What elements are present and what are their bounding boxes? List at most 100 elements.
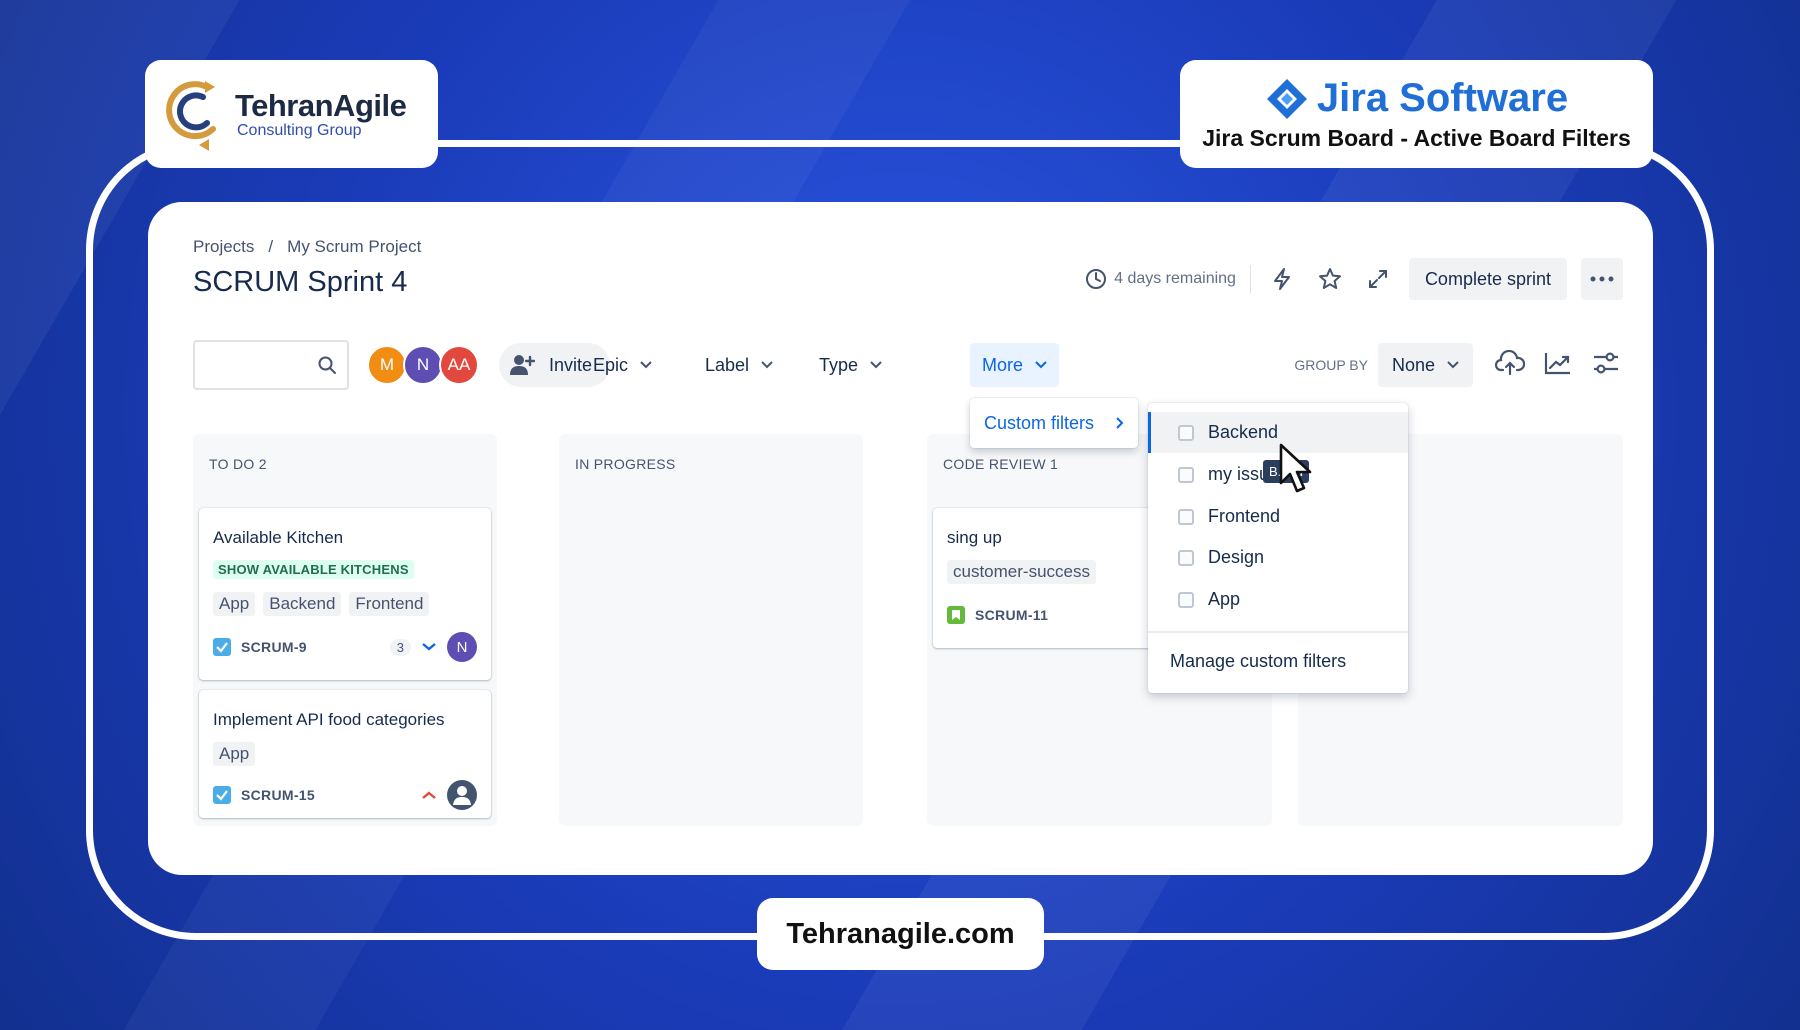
issue-key[interactable]: SCRUM-15 [241,787,315,803]
breadcrumb: Projects / My Scrum Project [193,237,421,257]
more-actions-button[interactable] [1581,258,1623,300]
video-title: Jira Scrum Board - Active Board Filters [1202,125,1631,151]
issue-labels: App Backend Frontend [213,592,430,616]
task-checkbox-icon [213,638,231,656]
divider [1249,265,1251,293]
breadcrumb-projects[interactable]: Projects [193,237,254,257]
group-by-select[interactable]: None [1377,343,1473,387]
chevron-down-icon [761,361,773,369]
complete-sprint-button[interactable]: Complete sprint [1408,258,1567,300]
divider [1148,631,1408,633]
label-tag: customer-success [947,560,1096,584]
issue-key[interactable]: SCRUM-9 [241,639,307,655]
epic-tag[interactable]: SHOW AVAILABLE KITCHENS [213,560,414,579]
epic-filter-label: Epic [593,354,629,375]
label-tag: App [213,592,256,616]
label-tag: App [213,742,256,766]
search-input[interactable] [193,340,349,390]
mouse-pointer-icon [1279,443,1312,493]
chevron-down-icon [1447,361,1459,369]
automation-button[interactable] [1265,262,1299,296]
priority-high-icon [422,791,436,799]
column-title: TO DO 2 [209,456,267,472]
insights-button[interactable] [1541,346,1575,380]
story-points-badge: 3 [389,638,411,656]
jira-diamond-icon [1266,78,1307,119]
priority-low-icon [422,643,436,651]
product-name: Jira Software [1316,76,1569,120]
custom-filters-label: Custom filters [984,412,1095,433]
task-checkbox-icon [213,786,231,804]
filter-checkbox[interactable] [1178,424,1194,441]
story-icon [947,606,965,624]
filter-option-frontend[interactable]: Frontend [1148,496,1408,537]
page-title: SCRUM Sprint 4 [193,266,408,298]
board-toolbar: M N AA Invite Epic Label Type More GROUP… [193,340,1623,390]
chart-line-icon [1544,353,1570,375]
time-remaining: 4 days remaining [1085,268,1236,290]
issue-key[interactable]: SCRUM-11 [975,607,1048,623]
unassigned-avatar-icon[interactable] [447,780,477,810]
column-in-progress: IN PROGRESS [559,434,863,826]
jira-board-panel: Projects / My Scrum Project SCRUM Sprint… [148,202,1653,875]
breadcrumb-project[interactable]: My Scrum Project [287,237,421,257]
filter-option-app[interactable]: App [1148,579,1408,620]
custom-filters-popup: Backend my issu Frontend Design App Mana… [1148,403,1408,693]
issue-card[interactable]: Implement API food categories App SCRUM-… [199,690,491,818]
avatar[interactable]: N [403,345,443,385]
issue-title: Available Kitchen [213,528,344,547]
lightning-icon [1273,268,1290,290]
chevron-down-icon [1035,361,1047,369]
sliders-icon [1594,352,1618,374]
issue-footer: SCRUM-9 3 N [213,632,477,662]
board-tools [1493,346,1623,380]
issue-card[interactable]: Available Kitchen SHOW AVAILABLE KITCHEN… [199,508,491,680]
manage-custom-filters-link[interactable]: Manage custom filters [1170,651,1346,672]
star-icon [1318,268,1341,289]
breadcrumb-separator: / [268,237,274,256]
company-name: TehranAgile [235,88,407,123]
board-columns: TO DO 2 Available Kitchen SHOW AVAILABLE… [193,434,1623,826]
issue-title: sing up [947,528,1002,547]
cloud-upload-icon [1495,350,1525,376]
chevron-down-icon [870,361,882,369]
label-tag: Frontend [349,592,430,616]
website-label: Tehranagile.com [757,898,1044,970]
more-filters-label: More [982,354,1024,375]
filter-checkbox[interactable] [1178,508,1194,525]
group-by: GROUP BY None [1294,343,1473,387]
label-tag: Backend [263,592,342,616]
chevron-down-icon [640,361,652,369]
assignee-avatar[interactable]: N [447,632,477,662]
expand-icon [1368,270,1387,288]
filter-checkbox[interactable] [1178,591,1194,608]
filter-checkbox[interactable] [1178,466,1194,483]
tehranagile-logo-icon [166,81,216,151]
custom-filters-menu-item[interactable]: Custom filters [970,398,1138,448]
type-filter-label: Type [819,354,859,375]
tehranagile-logo: TehranAgile Consulting Group [145,60,438,168]
type-filter-dropdown[interactable]: Type [807,343,894,387]
more-filters-dropdown[interactable]: More [970,343,1060,387]
filter-option-backend[interactable]: Backend [1148,412,1408,453]
star-button[interactable] [1313,262,1347,296]
search-icon [318,356,336,374]
add-person-icon [510,355,535,375]
avatar[interactable]: M [367,345,407,385]
label-filter-dropdown[interactable]: Label [693,343,785,387]
share-button[interactable] [1493,346,1527,380]
fullscreen-button[interactable] [1361,262,1395,296]
group-by-value: None [1391,354,1435,375]
issue-labels: customer-success [947,560,1096,584]
filter-label: Frontend [1208,506,1281,526]
issue-title: Implement API food categories [213,710,445,729]
group-by-label: GROUP BY [1294,357,1368,373]
filter-checkbox[interactable] [1178,549,1194,566]
clock-icon [1086,269,1107,289]
issue-footer: SCRUM-15 [213,780,477,810]
filter-option-design[interactable]: Design [1148,537,1408,578]
avatar[interactable]: AA [439,345,479,385]
view-settings-button[interactable] [1589,346,1623,380]
epic-filter-dropdown[interactable]: Epic [581,343,664,387]
label-filter-label: Label [705,354,750,375]
